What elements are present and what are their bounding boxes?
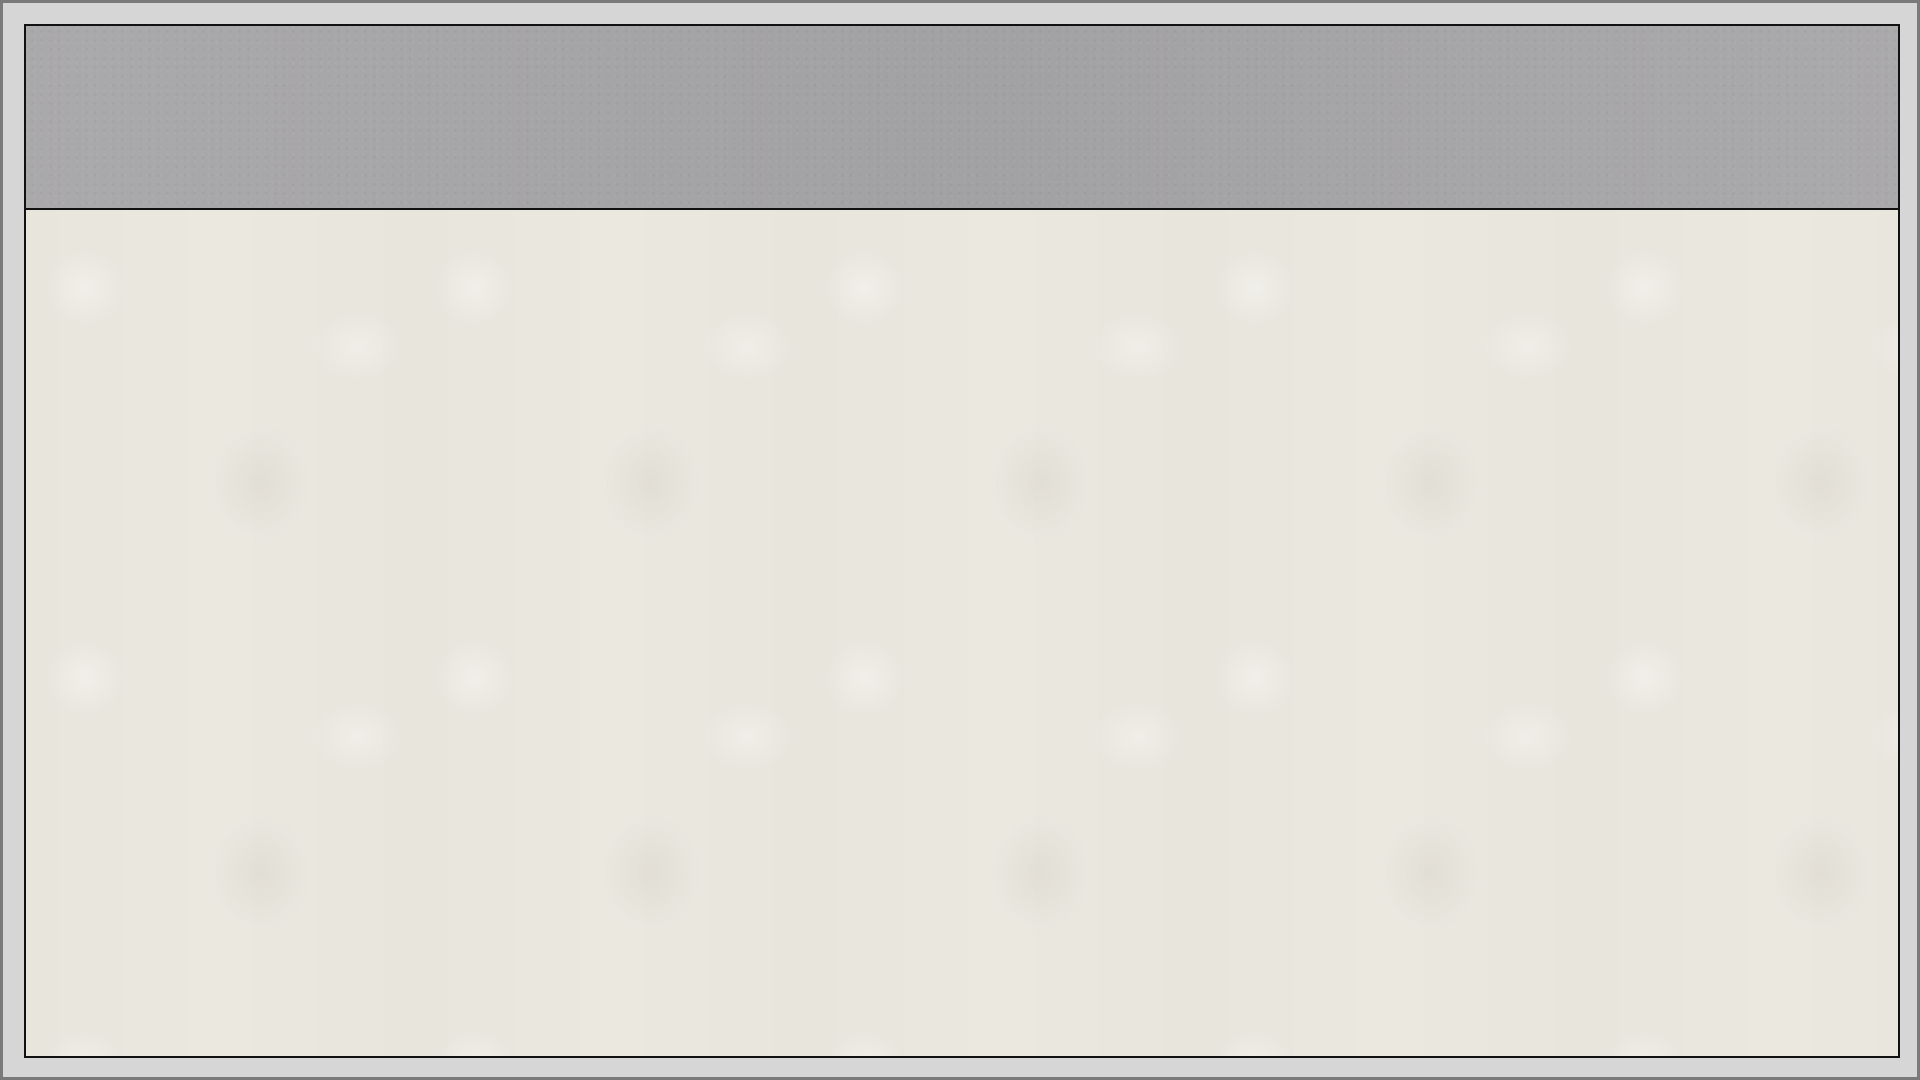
content-area (26, 210, 1898, 1056)
main-panel (24, 24, 1900, 1058)
outer-frame (0, 0, 1920, 1080)
header-band (26, 26, 1898, 210)
